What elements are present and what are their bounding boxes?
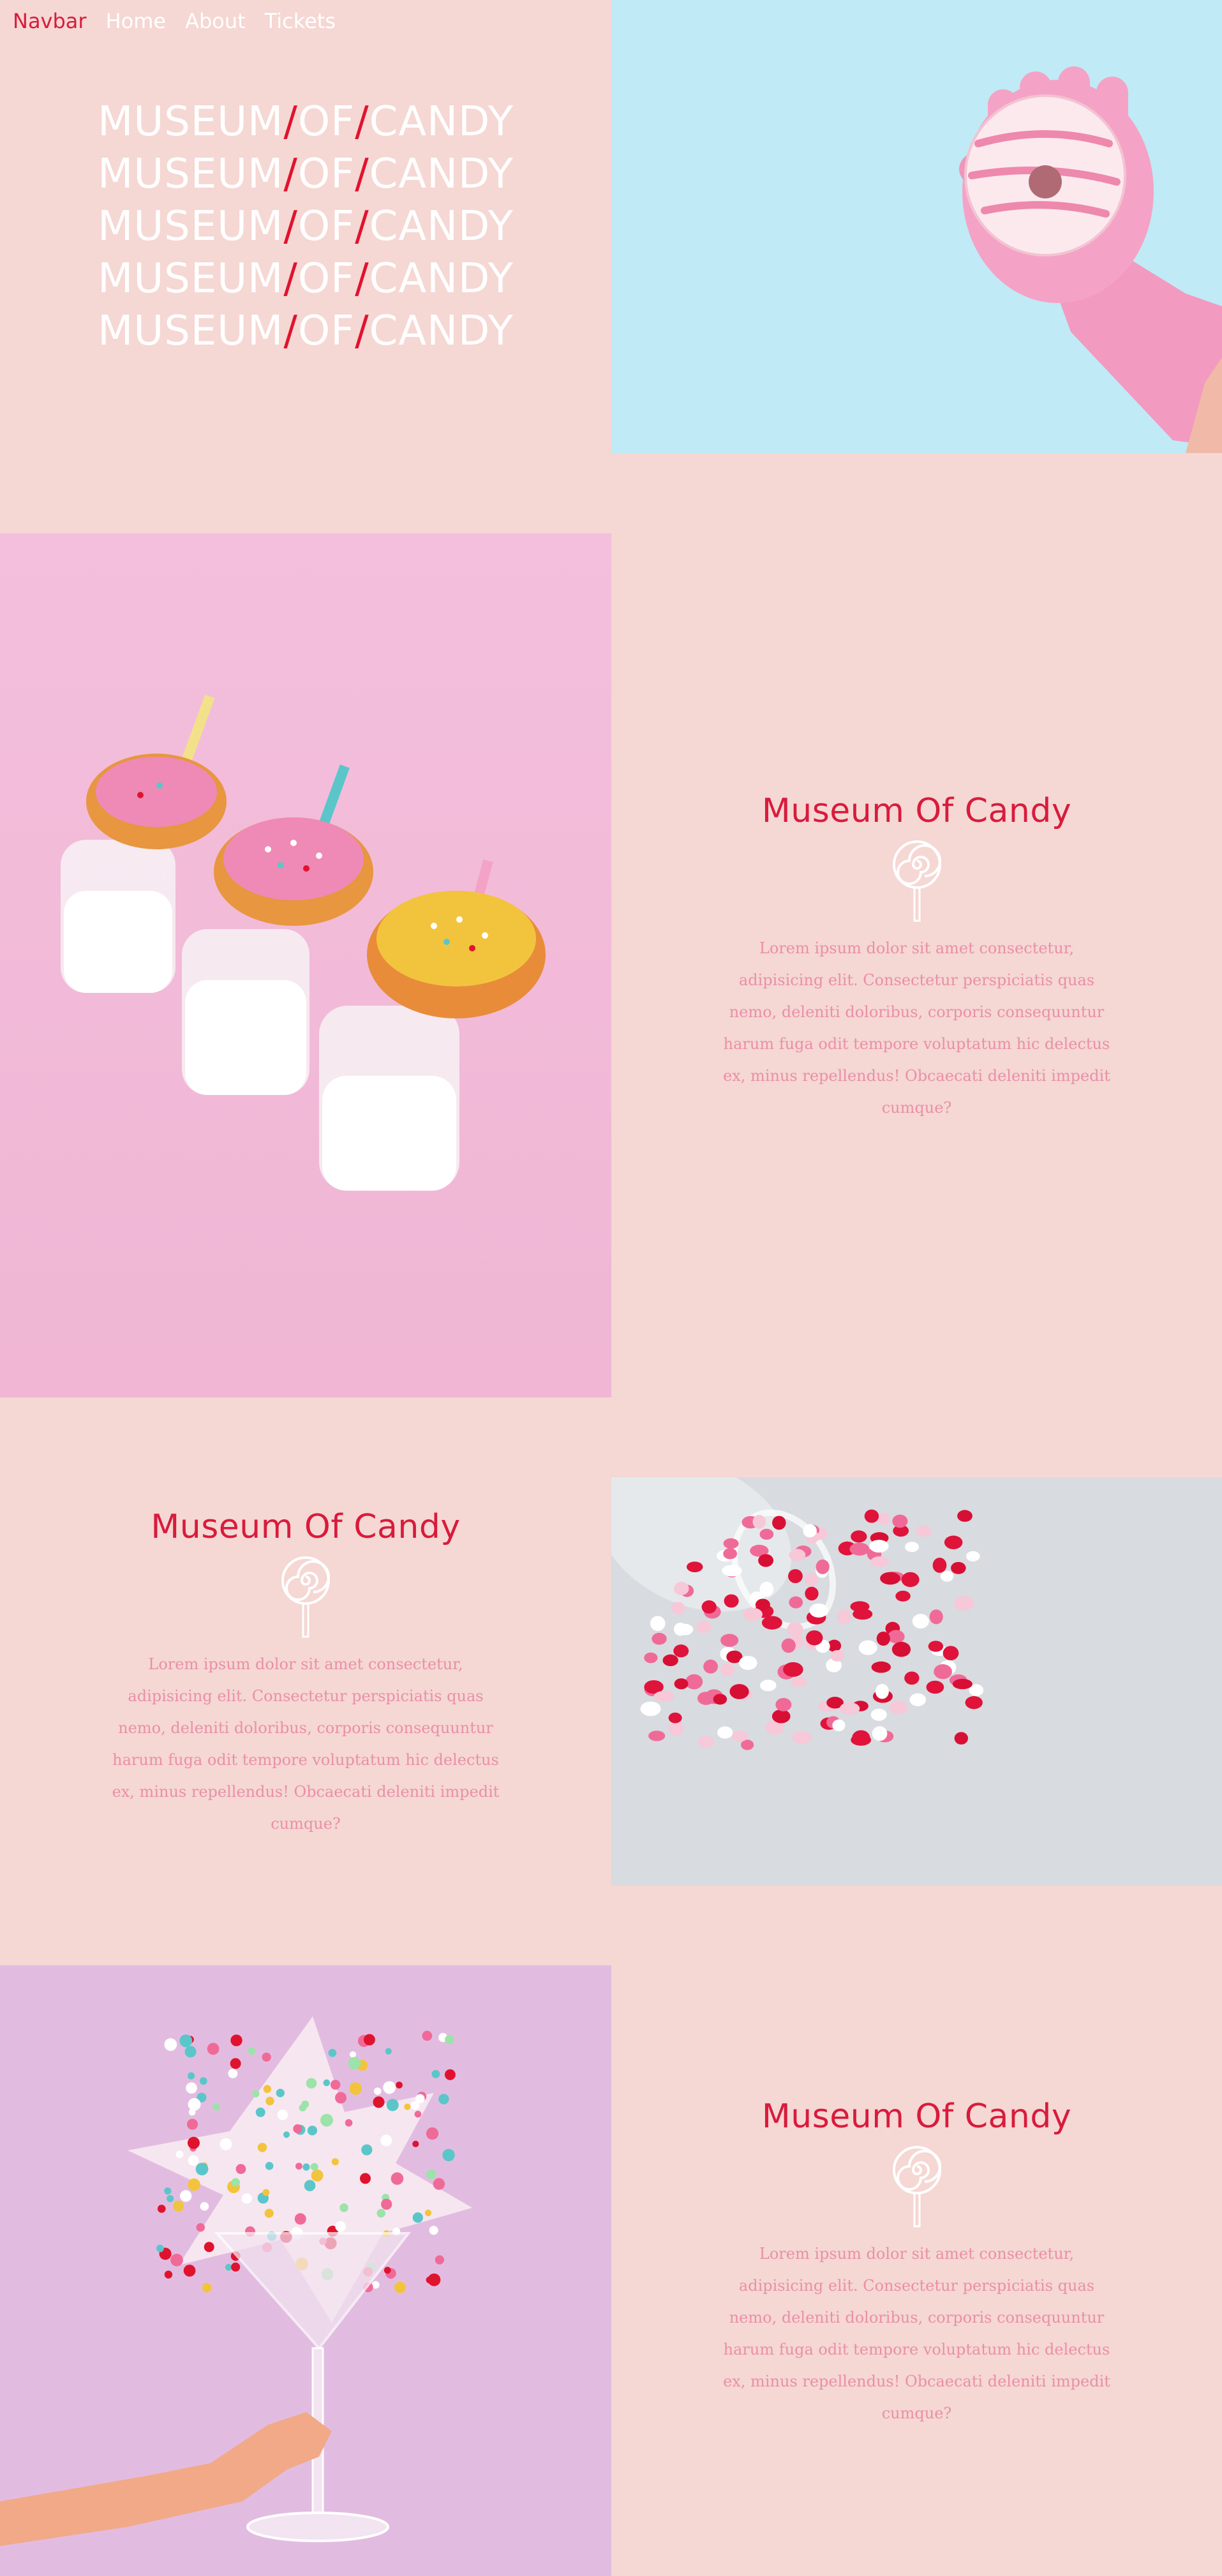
section-3-text: Lorem ipsum dolor sit amet consectetur, … — [723, 2244, 1110, 2422]
hero-title-word: MUSEUM — [98, 255, 284, 302]
hero-title-word: OF — [297, 255, 355, 302]
hero-image — [611, 0, 1222, 453]
hero-title-line: MUSEUM/OF/CANDY — [0, 96, 611, 148]
section-2-title: Museum Of Candy — [151, 1508, 461, 1546]
nav-link-tickets[interactable]: Tickets — [265, 9, 336, 33]
section-1-title: Museum Of Candy — [761, 792, 1072, 830]
section-1-image — [0, 533, 611, 1397]
hero-title-separator: / — [283, 255, 298, 302]
hero-title-word: MUSEUM — [98, 151, 284, 198]
hero-title-word: OF — [297, 151, 355, 198]
hero-section: MUSEUM/OF/CANDY MUSEUM/OF/CANDY MUSEUM/OF/… — [0, 0, 1222, 453]
hero-title-word: CANDY — [369, 98, 514, 145]
section-1-text-panel: Museum Of Candy Lorem ipsum dolor sit am… — [611, 533, 1222, 1397]
section-3-image — [0, 1965, 611, 2576]
navbar: Navbar Home About Tickets — [0, 0, 336, 42]
hero-title-line: MUSEUM/OF/CANDY — [0, 253, 611, 305]
hero-title-separator: / — [355, 203, 369, 250]
hero-title-word: CANDY — [369, 308, 514, 355]
lollipop-icon — [891, 839, 943, 922]
hero-title-word: CANDY — [369, 151, 514, 198]
hero-title-separator: / — [355, 98, 369, 145]
hero-title-line: MUSEUM/OF/CANDY — [0, 148, 611, 200]
navbar-brand[interactable]: Navbar — [13, 9, 87, 33]
hero-title-line: MUSEUM/OF/CANDY — [0, 305, 611, 357]
lollipop-icon — [280, 1555, 331, 1638]
nav-link-home[interactable]: Home — [106, 9, 167, 33]
hero-title-separator: / — [355, 255, 369, 302]
content-section-3: Museum Of Candy Lorem ipsum dolor sit am… — [0, 1965, 1222, 2576]
hero-title-word: CANDY — [369, 255, 514, 302]
hero-title: MUSEUM/OF/CANDY MUSEUM/OF/CANDY MUSEUM/OF/… — [0, 96, 611, 357]
hero-title-word: OF — [297, 308, 355, 355]
hero-title-separator: / — [355, 308, 369, 355]
hero-title-word: MUSEUM — [98, 308, 284, 355]
hero-title-word: MUSEUM — [98, 98, 284, 145]
nav-link-about[interactable]: About — [185, 9, 246, 33]
hero-title-separator: / — [283, 203, 298, 250]
hero-title-word: MUSEUM — [98, 203, 284, 250]
content-section-2: Museum Of Candy Lorem ipsum dolor sit am… — [0, 1477, 1222, 1886]
hero-title-word: CANDY — [369, 203, 514, 250]
hero-title-word: OF — [297, 203, 355, 250]
lollipop-icon — [891, 2145, 943, 2228]
hero-title-word: OF — [297, 98, 355, 145]
section-2-text-panel: Museum Of Candy Lorem ipsum dolor sit am… — [0, 1477, 611, 1886]
section-3-text-panel: Museum Of Candy Lorem ipsum dolor sit am… — [611, 1965, 1222, 2576]
hero-title-separator: / — [283, 151, 298, 198]
section-1-text: Lorem ipsum dolor sit amet consectetur, … — [723, 939, 1110, 1117]
hero-title-separator: / — [283, 98, 298, 145]
section-3-title: Museum Of Candy — [761, 2097, 1072, 2136]
hero-title-line: MUSEUM/OF/CANDY — [0, 200, 611, 253]
content-section-1: Museum Of Candy Lorem ipsum dolor sit am… — [0, 533, 1222, 1397]
section-2-image — [611, 1477, 1222, 1886]
hero-title-panel: MUSEUM/OF/CANDY MUSEUM/OF/CANDY MUSEUM/OF/… — [0, 0, 611, 453]
section-2-text: Lorem ipsum dolor sit amet consectetur, … — [112, 1655, 500, 1833]
hero-title-separator: / — [283, 308, 298, 355]
hero-title-separator: / — [355, 151, 369, 198]
